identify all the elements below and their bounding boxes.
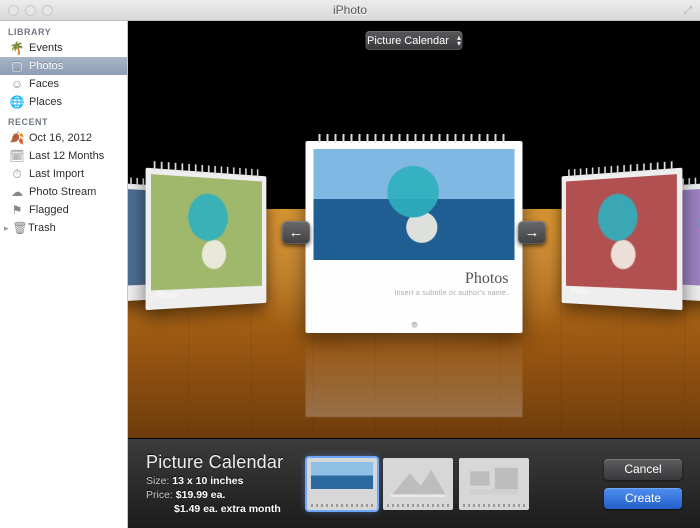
sidebar-item-last-12-months[interactable]: 🗓 Last 12 Months <box>0 147 127 165</box>
sidebar-item-label: Flagged <box>29 204 69 216</box>
updown-chevron-icon: ▴▾ <box>457 35 461 47</box>
bottom-bar: Picture Calendar Size: 13 x 10 inches Pr… <box>128 438 700 528</box>
face-icon: ☺ <box>10 77 24 91</box>
product-info: Picture Calendar Size: 13 x 10 inches Pr… <box>146 452 283 515</box>
sidebar-item-label: Photos <box>29 60 63 72</box>
sidebar-item-places[interactable]: 🌐 Places <box>0 93 127 111</box>
sidebar-item-events[interactable]: 🌴 Events <box>0 39 127 57</box>
layout-thumb[interactable] <box>383 458 453 510</box>
layout-thumb[interactable] <box>459 458 529 510</box>
price-label: Price: <box>146 489 173 501</box>
sidebar-item-photo-stream[interactable]: ☁︎ Photo Stream <box>0 183 127 201</box>
sidebar-header-library: LIBRARY <box>0 21 127 39</box>
theme-coverflow: Picture Calendar ▴▾ Photos Photos Photos… <box>128 21 700 438</box>
card-label: Photos <box>570 286 590 297</box>
disclosure-triangle-icon[interactable]: ▸ <box>4 223 12 234</box>
palm-icon: 🌴 <box>10 41 24 55</box>
extra-price: $1.49 ea. extra month <box>174 503 283 515</box>
calendar-title: Photos <box>465 270 509 288</box>
calendar-subtitle: Insert a subtitle or author's name. <box>394 290 508 297</box>
product-type-selector[interactable]: Picture Calendar ▴▾ <box>366 31 463 50</box>
cloud-icon: ☁︎ <box>10 185 24 199</box>
trash-icon: 🗑 <box>13 221 27 235</box>
product-name: Picture Calendar <box>146 452 283 473</box>
sidebar-item-label: Faces <box>29 78 59 90</box>
create-button[interactable]: Create <box>604 488 682 509</box>
sidebar-item-faces[interactable]: ☺ Faces <box>0 75 127 93</box>
sidebar-item-label: Last 12 Months <box>29 150 104 162</box>
sidebar-item-label: Trash <box>28 222 56 234</box>
globe-icon: 🌐 <box>10 95 24 109</box>
theme-card[interactable]: Photos <box>561 168 682 310</box>
button-label: Create <box>625 491 661 505</box>
layout-thumb[interactable] <box>307 458 377 510</box>
card-label: Photos <box>157 289 181 301</box>
prev-theme-button[interactable]: ← <box>282 221 310 244</box>
cancel-button[interactable]: Cancel <box>604 459 682 480</box>
theme-card[interactable]: Photos <box>146 168 267 310</box>
reflection <box>306 337 523 417</box>
photos-icon: ▢ <box>10 59 24 73</box>
page-dot-icon <box>411 322 417 328</box>
theme-card-selected[interactable]: Photos Insert a subtitle or author's nam… <box>306 141 523 333</box>
sidebar-item-photos[interactable]: ▢ Photos <box>0 57 127 75</box>
leaf-icon: 🍂 <box>10 131 24 145</box>
sidebar-item-label: Last Import <box>29 168 84 180</box>
sidebar-item-date[interactable]: 🍂 Oct 16, 2012 <box>0 129 127 147</box>
sidebar-item-label: Places <box>29 96 62 108</box>
sidebar-header-recent: RECENT <box>0 111 127 129</box>
layout-thumbnails <box>307 458 588 510</box>
selector-label: Picture Calendar <box>367 35 449 47</box>
sidebar-item-flagged[interactable]: ⚑ Flagged <box>0 201 127 219</box>
size-value: 13 x 10 inches <box>172 475 243 487</box>
content-area: Picture Calendar ▴▾ Photos Photos Photos… <box>128 21 700 528</box>
window-titlebar: iPhoto ⤢ <box>0 0 700 21</box>
button-label: Cancel <box>624 462 661 476</box>
next-theme-button[interactable]: → <box>518 221 546 244</box>
arrow-left-icon: ← <box>289 224 304 241</box>
price-value: $19.99 ea. <box>176 489 226 501</box>
arrow-right-icon: → <box>525 224 540 241</box>
sidebar-item-label: Events <box>29 42 63 54</box>
sidebar-item-label: Photo Stream <box>29 186 96 198</box>
flag-icon: ⚑ <box>10 203 24 217</box>
source-list: LIBRARY 🌴 Events ▢ Photos ☺ Faces 🌐 Plac… <box>0 21 128 528</box>
clock-icon: ⏱ <box>10 167 24 181</box>
size-label: Size: <box>146 475 169 487</box>
app-title: iPhoto <box>0 3 700 17</box>
cover-photo <box>314 149 515 260</box>
sidebar-item-trash[interactable]: ▸ 🗑 Trash <box>0 219 127 237</box>
sidebar-item-last-import[interactable]: ⏱ Last Import <box>0 165 127 183</box>
sidebar-item-label: Oct 16, 2012 <box>29 132 92 144</box>
calendar-icon: 🗓 <box>10 149 24 163</box>
